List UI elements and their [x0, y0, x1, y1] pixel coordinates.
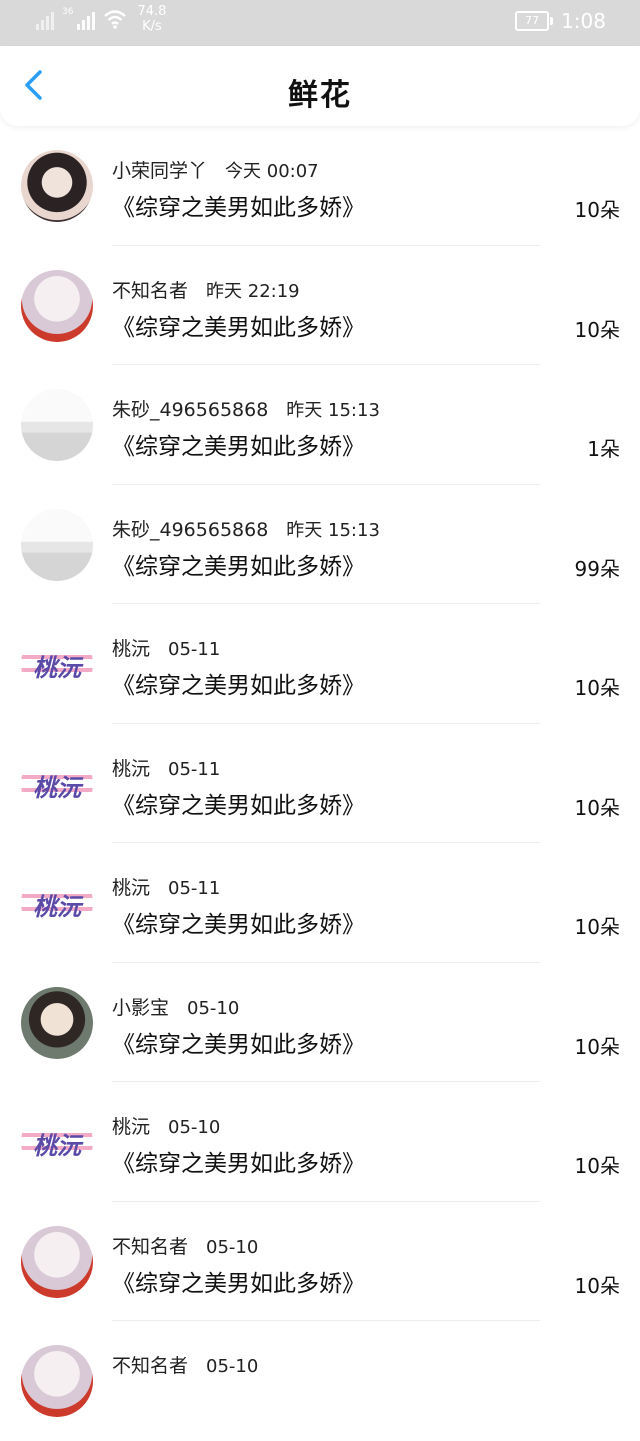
avatar[interactable]: 桃沅: [21, 628, 93, 700]
flower-count: 10朵: [574, 198, 620, 222]
network-type-label: 36: [62, 7, 74, 17]
avatar-logo: 桃沅: [33, 893, 81, 921]
wifi-icon: [104, 10, 127, 29]
battery-level: 77: [525, 14, 540, 27]
book-title: 《综穿之美男如此多娇》: [112, 195, 365, 221]
sim2-signal-icon: [77, 6, 96, 30]
avatar-logo: 桃沅: [33, 654, 81, 682]
user-name[interactable]: 朱砂_496565868: [112, 399, 268, 421]
timestamp: 05-10: [168, 1117, 221, 1138]
list-item[interactable]: 桃沅 桃沅 05-10 《综穿之美男如此多娇》 10朵: [0, 1082, 640, 1202]
avatar-logo: 桃沅: [33, 773, 81, 802]
status-right: 77 1:08: [515, 9, 606, 33]
avatar[interactable]: [21, 1225, 93, 1298]
book-title: 《综穿之美男如此多娇》: [112, 792, 365, 819]
status-left: 36 74.8 K/s: [36, 4, 166, 34]
timestamp: 05-10: [187, 997, 240, 1019]
avatar[interactable]: [21, 150, 93, 222]
battery-icon: 77: [515, 11, 554, 31]
status-bar: 36 74.8 K/s 77 1:08: [0, 0, 640, 46]
book-title: 《综穿之美男如此多娇》: [112, 1151, 365, 1177]
sim1-signal-icon: [36, 6, 54, 30]
list-item[interactable]: 朱砂_496565868 昨天 15:13 《综穿之美男如此多娇》 1朵: [0, 365, 640, 485]
avatar-logo: 桃沅: [33, 1132, 81, 1160]
book-title: 《综穿之美男如此多娇》: [112, 314, 365, 341]
avatar[interactable]: [21, 986, 93, 1059]
timestamp: 05-11: [168, 878, 221, 899]
flower-count: 99朵: [574, 556, 620, 581]
flower-count: 10朵: [574, 795, 620, 820]
list-item[interactable]: 桃沅 桃沅 05-11 《综穿之美男如此多娇》 10朵: [0, 724, 640, 843]
user-name[interactable]: 桃沅: [112, 1116, 150, 1138]
list-item[interactable]: 小荣同学丫 今天 00:07 《综穿之美男如此多娇》 10朵: [0, 126, 640, 246]
network-speed: 74.8 K/s: [137, 4, 166, 34]
avatar[interactable]: [21, 389, 93, 461]
timestamp: 05-10: [206, 1236, 259, 1258]
speed-value: 74.8: [137, 4, 167, 19]
timestamp: 今天 00:07: [225, 161, 319, 182]
avatar[interactable]: [21, 269, 93, 342]
clock: 1:08: [561, 9, 606, 33]
page-title: 鲜花: [288, 78, 352, 113]
user-name[interactable]: 不知名者: [112, 1236, 188, 1258]
list-item[interactable]: 桃沅 桃沅 05-11 《综穿之美男如此多娇》 10朵: [0, 604, 640, 724]
book-title: 《综穿之美男如此多娇》: [112, 434, 365, 460]
flower-count: 10朵: [574, 676, 620, 700]
flower-count: 10朵: [574, 915, 620, 939]
book-title: 《综穿之美男如此多娇》: [112, 673, 365, 699]
timestamp: 昨天 15:13: [286, 400, 380, 421]
avatar[interactable]: 桃沅: [21, 867, 93, 939]
user-name[interactable]: 桃沅: [112, 758, 150, 780]
flower-list: 小荣同学丫 今天 00:07 《综穿之美男如此多娇》 10朵 不知名者 昨天 22:…: [0, 126, 640, 1441]
avatar[interactable]: [21, 508, 93, 581]
user-name[interactable]: 桃沅: [112, 877, 150, 899]
list-item[interactable]: 不知名者 05-10 《综穿之美男如此多娇》 10朵: [0, 1202, 640, 1321]
flower-count: 10朵: [574, 1273, 620, 1298]
avatar[interactable]: 桃沅: [21, 747, 93, 820]
list-item[interactable]: 朱砂_496565868 昨天 15:13 《综穿之美男如此多娇》 99朵: [0, 485, 640, 604]
timestamp: 昨天 22:19: [206, 280, 300, 302]
speed-unit: K/s: [142, 19, 162, 34]
timestamp: 05-11: [168, 639, 221, 660]
flower-count: 10朵: [574, 1034, 620, 1059]
book-title: 《综穿之美男如此多娇》: [112, 553, 365, 580]
flower-count: 10朵: [574, 317, 620, 342]
book-title: 《综穿之美男如此多娇》: [112, 912, 365, 938]
user-name[interactable]: 小影宝: [112, 997, 169, 1019]
avatar[interactable]: 桃沅: [21, 1106, 93, 1178]
flower-count: 10朵: [574, 1154, 620, 1178]
user-name[interactable]: 朱砂_496565868: [112, 519, 268, 541]
user-name[interactable]: 桃沅: [112, 638, 150, 660]
list-item[interactable]: 桃沅 桃沅 05-11 《综穿之美男如此多娇》 10朵: [0, 843, 640, 963]
nav-header: 鲜花: [0, 46, 640, 126]
timestamp: 昨天 15:13: [286, 519, 380, 541]
user-name[interactable]: 不知名者: [112, 280, 188, 302]
user-name[interactable]: 不知名者: [112, 1355, 188, 1377]
list-item[interactable]: 不知名者 昨天 22:19 《综穿之美男如此多娇》 10朵: [0, 246, 640, 365]
timestamp: 05-11: [168, 758, 221, 780]
flower-count: 1朵: [587, 437, 620, 461]
timestamp: 05-10: [206, 1356, 259, 1377]
list-item[interactable]: 小影宝 05-10 《综穿之美男如此多娇》 10朵: [0, 963, 640, 1082]
book-title: 《综穿之美男如此多娇》: [112, 1031, 365, 1058]
user-name[interactable]: 小荣同学丫: [112, 160, 207, 182]
list-item[interactable]: 不知名者 05-10: [0, 1321, 640, 1441]
book-title: 《综穿之美男如此多娇》: [112, 1270, 365, 1297]
avatar[interactable]: [21, 1345, 93, 1417]
